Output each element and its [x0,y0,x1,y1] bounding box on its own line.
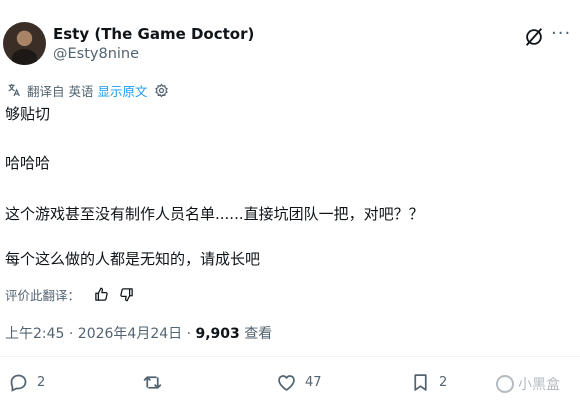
post-line: 哈哈哈 [5,154,51,172]
watermark-logo-icon [496,375,514,393]
like-count: 47 [305,374,322,390]
settings-icon[interactable] [154,83,169,98]
bookmark-icon [414,373,427,391]
post-header: Esty (The Game Doctor) @Esty8nine ··· [0,12,580,72]
watermark: 小黑盒 [496,374,560,394]
author-handle[interactable]: @Esty8nine [53,46,139,62]
thumbs-down-icon[interactable] [119,287,134,302]
divider [0,356,580,357]
reply-icon [10,374,27,392]
translation-rating: 评价此翻译： [5,285,134,303]
timestamp[interactable]: 上午2:45 · 2026年4月24日 · [5,326,196,342]
rating-label: 评价此翻译： [5,287,81,303]
translation-label: 翻译自 英语 [27,83,94,99]
repost-button[interactable] [142,370,171,394]
bookmark-count: 2 [439,374,448,390]
translate-icon [8,84,20,97]
views-count: 9,903 [195,326,240,342]
repost-icon [143,375,162,389]
views-label: 查看 [239,326,273,342]
more-icon[interactable]: ··· [551,25,571,43]
reply-count: 2 [37,374,46,390]
post-meta: 上午2:45 · 2026年4月24日 · 9,903 查看 [5,323,272,343]
like-button[interactable]: 47 [276,370,322,394]
show-original-link[interactable]: 显示原文 [97,81,147,100]
post-line: 每个这么做的人都是无知的，请成长吧 [5,250,261,268]
avatar[interactable] [3,22,46,65]
reply-button[interactable]: 2 [8,370,45,394]
post-line: 够贴切 [5,105,51,123]
action-bar: 2 47 2 [0,370,580,396]
post-line: 这个游戏甚至没有制作人员名单......直接坑团队一把，对吧？？ [5,205,424,223]
translation-bar: 翻译自 英语 显示原文 [6,81,169,99]
author-name[interactable]: Esty (The Game Doctor) [53,25,254,43]
grok-icon[interactable] [523,26,545,48]
bookmark-button[interactable]: 2 [410,370,447,394]
thumbs-up-icon[interactable] [94,287,109,302]
watermark-text: 小黑盒 [518,377,560,393]
like-icon [278,374,295,391]
